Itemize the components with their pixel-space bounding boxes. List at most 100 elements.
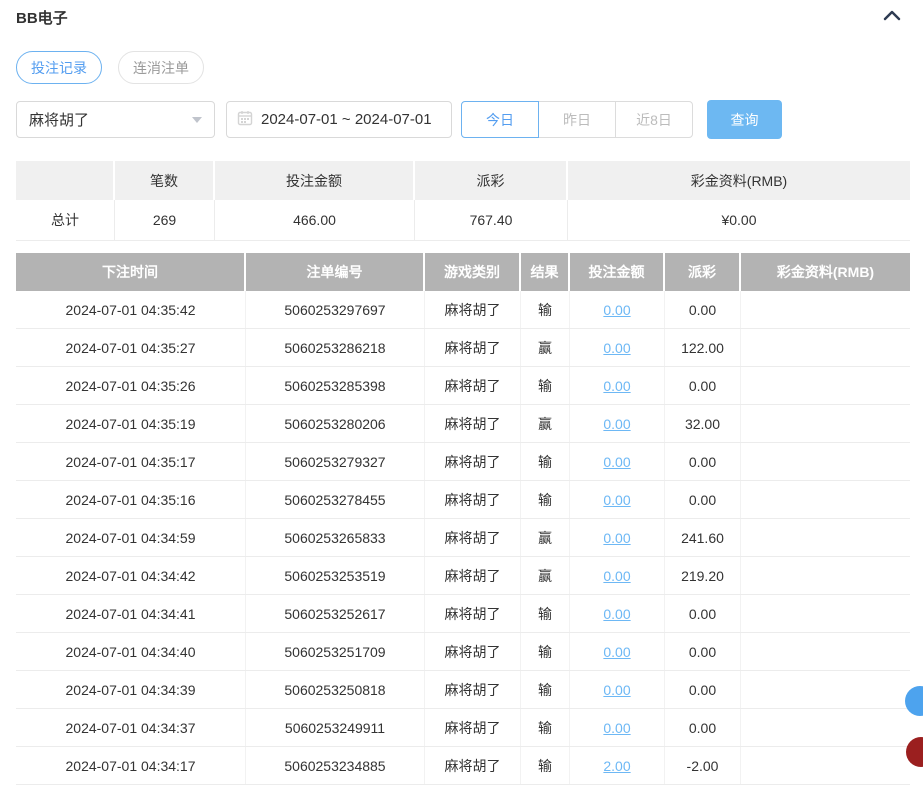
row-game: 麻将胡了 (425, 291, 521, 328)
tab-label: 连消注单 (133, 58, 189, 78)
quick-date-button-label: 近8日 (636, 110, 672, 130)
records-header-order-no: 注单编号 (246, 253, 425, 291)
row-payout: 122.00 (665, 329, 741, 366)
row-bet: 0.00 (570, 291, 665, 328)
tabs-bar: 投注记录 连消注单 (16, 51, 907, 84)
records-table-header: 下注时间 注单编号 游戏类别 结果 投注金额 派彩 彩金资料(RMB) (16, 253, 910, 291)
row-time: 2024-07-01 04:35:27 (16, 329, 246, 366)
records-header-payout: 派彩 (665, 253, 741, 291)
row-bet: 0.00 (570, 405, 665, 442)
records-header-result: 结果 (521, 253, 570, 291)
row-game: 麻将胡了 (425, 443, 521, 480)
table-row: 2024-07-01 04:35:26 5060253285398 麻将胡了 输… (16, 367, 910, 405)
bet-amount-link[interactable]: 2.00 (603, 758, 630, 774)
row-game: 麻将胡了 (425, 747, 521, 784)
row-payout: 0.00 (665, 291, 741, 328)
row-time: 2024-07-01 04:35:26 (16, 367, 246, 404)
bet-amount-link[interactable]: 0.00 (603, 492, 630, 508)
quick-date-button-label: 昨日 (563, 110, 591, 130)
row-payout: 0.00 (665, 443, 741, 480)
row-time: 2024-07-01 04:34:40 (16, 633, 246, 670)
row-time: 2024-07-01 04:35:16 (16, 481, 246, 518)
summary-table: 笔数 投注金额 派彩 彩金资料(RMB) 总计 269 466.00 767.4… (16, 161, 910, 241)
bet-amount-link[interactable]: 0.00 (603, 454, 630, 470)
bet-amount-link[interactable]: 0.00 (603, 606, 630, 622)
row-bonus (741, 329, 910, 366)
bet-amount-link[interactable]: 0.00 (603, 682, 630, 698)
row-time: 2024-07-01 04:34:42 (16, 557, 246, 594)
row-bonus (741, 747, 910, 784)
row-bonus (741, 557, 910, 594)
tab-label: 投注记录 (31, 58, 87, 78)
quick-date-button-label: 今日 (486, 110, 514, 130)
row-bet: 0.00 (570, 519, 665, 556)
tab[interactable]: 投注记录 (16, 51, 102, 84)
row-time: 2024-07-01 04:34:37 (16, 709, 246, 746)
summary-table-header: 笔数 投注金额 派彩 彩金资料(RMB) (16, 161, 910, 200)
row-time: 2024-07-01 04:34:17 (16, 747, 246, 784)
quick-date-button[interactable]: 近8日 (615, 101, 693, 138)
summary-header-bet-amount: 投注金额 (215, 161, 415, 200)
row-time: 2024-07-01 04:35:17 (16, 443, 246, 480)
row-game: 麻将胡了 (425, 595, 521, 632)
row-result: 输 (521, 481, 570, 518)
row-bonus (741, 671, 910, 708)
row-order-no: 5060253251709 (246, 633, 425, 670)
bet-amount-link[interactable]: 0.00 (603, 378, 630, 394)
row-bonus (741, 633, 910, 670)
row-game: 麻将胡了 (425, 405, 521, 442)
table-row: 2024-07-01 04:35:27 5060253286218 麻将胡了 赢… (16, 329, 910, 367)
row-result: 输 (521, 291, 570, 328)
records-header-game: 游戏类别 (425, 253, 521, 291)
row-order-no: 5060253253519 (246, 557, 425, 594)
search-button[interactable]: 查询 (707, 100, 782, 139)
row-bet: 2.00 (570, 747, 665, 784)
records-header-time: 下注时间 (16, 253, 246, 291)
summary-header-payout: 派彩 (415, 161, 568, 200)
row-result: 赢 (521, 405, 570, 442)
row-result: 赢 (521, 557, 570, 594)
row-game: 麻将胡了 (425, 671, 521, 708)
game-select[interactable]: 麻将胡了 (16, 101, 215, 138)
game-select-value: 麻将胡了 (29, 109, 89, 130)
filter-row: 麻将胡了 2024-07-01 ~ 2024-07-01 今日 昨日 近8日 查… (16, 100, 907, 139)
row-bet: 0.00 (570, 481, 665, 518)
row-game: 麻将胡了 (425, 709, 521, 746)
row-result: 赢 (521, 329, 570, 366)
summary-total-count: 269 (115, 200, 215, 240)
bet-amount-link[interactable]: 0.00 (603, 416, 630, 432)
bet-amount-link[interactable]: 0.00 (603, 302, 630, 318)
summary-total-bonus: ¥0.00 (568, 200, 910, 240)
row-bet: 0.00 (570, 633, 665, 670)
row-bet: 0.00 (570, 595, 665, 632)
records-header-bonus: 彩金资料(RMB) (741, 253, 910, 291)
bet-amount-link[interactable]: 0.00 (603, 644, 630, 660)
row-result: 输 (521, 367, 570, 404)
records-table-body: 2024-07-01 04:35:42 5060253297697 麻将胡了 输… (16, 291, 910, 785)
row-bonus (741, 291, 910, 328)
date-range-input[interactable]: 2024-07-01 ~ 2024-07-01 (226, 101, 452, 138)
row-bonus (741, 709, 910, 746)
quick-date-button[interactable]: 昨日 (538, 101, 616, 138)
tab[interactable]: 连消注单 (118, 51, 204, 84)
row-time: 2024-07-01 04:35:19 (16, 405, 246, 442)
row-result: 输 (521, 633, 570, 670)
collapse-button[interactable] (881, 8, 903, 26)
row-bonus (741, 519, 910, 556)
summary-total-bet-amount: 466.00 (215, 200, 415, 240)
row-bonus (741, 481, 910, 518)
bet-amount-link[interactable]: 0.00 (603, 720, 630, 736)
date-range-value: 2024-07-01 ~ 2024-07-01 (261, 111, 432, 128)
bet-amount-link[interactable]: 0.00 (603, 340, 630, 356)
row-result: 输 (521, 595, 570, 632)
table-row: 2024-07-01 04:35:19 5060253280206 麻将胡了 赢… (16, 405, 910, 443)
row-order-no: 5060253265833 (246, 519, 425, 556)
row-result: 赢 (521, 519, 570, 556)
quick-date-button[interactable]: 今日 (461, 101, 539, 138)
row-bonus (741, 443, 910, 480)
bet-amount-link[interactable]: 0.00 (603, 530, 630, 546)
bet-amount-link[interactable]: 0.00 (603, 568, 630, 584)
row-order-no: 5060253280206 (246, 405, 425, 442)
table-row: 2024-07-01 04:34:41 5060253252617 麻将胡了 输… (16, 595, 910, 633)
caret-down-icon (192, 117, 202, 123)
